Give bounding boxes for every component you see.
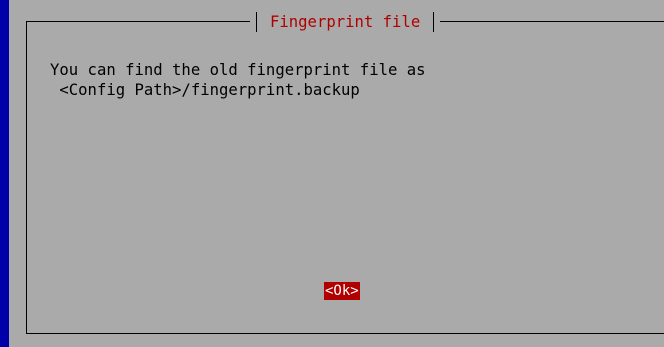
title-right-divider [433, 12, 435, 32]
message-line-2: <Config Path>/fingerprint.backup [50, 81, 360, 99]
dialog-window: Fingerprint file You can find the old fi… [9, 0, 664, 347]
ok-button[interactable]: <Ok> [324, 282, 360, 300]
dialog-title: Fingerprint file [270, 13, 421, 31]
dialog-message: You can find the old fingerprint file as… [50, 60, 426, 100]
dialog-title-area: Fingerprint file [250, 11, 441, 33]
message-line-1: You can find the old fingerprint file as [50, 61, 426, 79]
terminal-screen: Fingerprint file You can find the old fi… [0, 0, 664, 347]
